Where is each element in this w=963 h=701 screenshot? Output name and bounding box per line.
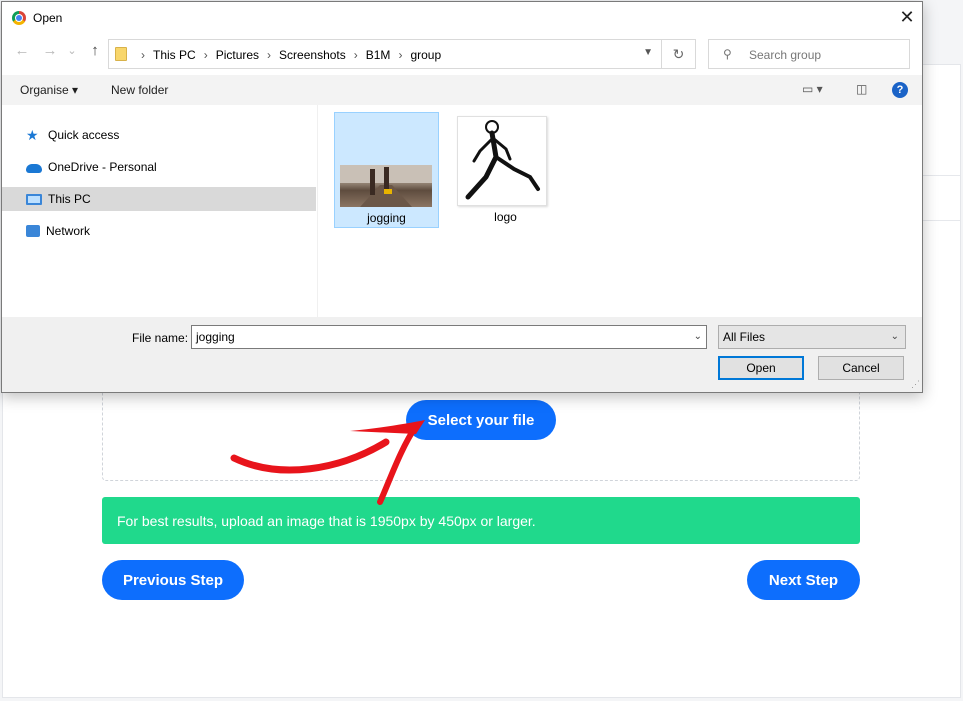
- forward-arrow-icon[interactable]: →: [40, 42, 60, 59]
- chevron-right-icon: ›: [267, 48, 272, 62]
- file-name: logo: [494, 210, 517, 224]
- sidebar-item-label: This PC: [48, 192, 91, 206]
- divider: [920, 175, 960, 176]
- file-type-value: All Files: [723, 330, 766, 344]
- sidebar-item-network[interactable]: Network: [2, 219, 316, 243]
- file-type-select[interactable]: All Files ⌄: [718, 325, 906, 349]
- jogging-thumbnail: [340, 165, 432, 207]
- chevron-right-icon: ›: [398, 48, 403, 62]
- breadcrumb: › This PC › Pictures › Screenshots › B1M…: [133, 48, 441, 62]
- chevron-down-icon[interactable]: ▼: [643, 47, 653, 58]
- breadcrumb-pictures[interactable]: Pictures: [216, 48, 259, 62]
- up-arrow-icon[interactable]: ↑: [85, 42, 105, 59]
- next-step-button[interactable]: Next Step: [747, 560, 860, 600]
- refresh-icon[interactable]: ↻: [662, 39, 696, 69]
- search-icon: ⚲: [723, 47, 732, 61]
- cloud-icon: [26, 164, 42, 173]
- command-bar: Organise ▾ New folder ▭ ▾ ◫ ?: [2, 75, 922, 105]
- file-name-field[interactable]: jogging ⌄: [191, 325, 707, 349]
- file-item-jogging[interactable]: jogging: [334, 112, 439, 228]
- dialog-titlebar: Open ✕: [2, 2, 922, 32]
- close-icon[interactable]: ✕: [892, 2, 922, 32]
- previous-step-button[interactable]: Previous Step: [102, 560, 244, 600]
- file-list: jogging logo: [319, 105, 922, 317]
- sidebar-item-onedrive[interactable]: OneDrive - Personal: [2, 155, 316, 179]
- organise-menu[interactable]: Organise ▾: [20, 83, 78, 97]
- folder-icon: [115, 47, 127, 61]
- back-arrow-icon[interactable]: ←: [12, 42, 32, 59]
- breadcrumb-this-pc[interactable]: This PC: [153, 48, 196, 62]
- help-icon[interactable]: ?: [892, 82, 908, 98]
- file-item-logo[interactable]: logo: [453, 112, 558, 228]
- chrome-icon: [12, 11, 26, 25]
- open-button[interactable]: Open: [718, 356, 804, 380]
- breadcrumb-group[interactable]: group: [410, 48, 441, 62]
- runner-silhouette-icon: [465, 120, 540, 200]
- search-placeholder: Search group: [749, 48, 822, 62]
- computer-icon: [26, 193, 42, 205]
- dialog-footer: File name: jogging ⌄ All Files ⌄ Open Ca…: [2, 317, 922, 392]
- open-file-dialog: Open ✕ ← → ⌄ ↑ › This PC › Pictures › Sc…: [1, 1, 923, 393]
- address-bar[interactable]: › This PC › Pictures › Screenshots › B1M…: [108, 39, 662, 69]
- file-name-label: File name:: [132, 331, 189, 345]
- chevron-right-icon: ›: [353, 48, 358, 62]
- search-input[interactable]: ⚲ Search group: [708, 39, 910, 69]
- navigation-pane: ★ Quick access OneDrive - Personal This …: [2, 105, 318, 317]
- star-icon: ★: [26, 127, 39, 143]
- recent-locations-icon[interactable]: ⌄: [62, 44, 82, 57]
- select-file-button[interactable]: Select your file: [406, 400, 556, 440]
- file-name-value: jogging: [196, 330, 235, 344]
- sidebar-item-label: Quick access: [48, 128, 120, 142]
- runner-legs-image: [340, 165, 432, 207]
- new-folder-button[interactable]: New folder: [111, 83, 168, 97]
- resize-grip-icon[interactable]: ⋰: [911, 379, 920, 390]
- breadcrumb-b1m[interactable]: B1M: [366, 48, 391, 62]
- network-icon: [26, 225, 40, 237]
- sidebar-item-label: Network: [46, 224, 91, 238]
- chevron-right-icon: ›: [203, 48, 208, 62]
- divider: [920, 220, 960, 221]
- chevron-down-icon[interactable]: ⌄: [694, 326, 702, 348]
- sidebar-item-this-pc[interactable]: This PC: [2, 187, 316, 211]
- chevron-down-icon[interactable]: ⌄: [891, 326, 899, 348]
- breadcrumb-screenshots[interactable]: Screenshots: [279, 48, 346, 62]
- dialog-title: Open: [33, 11, 63, 25]
- sidebar-item-label: OneDrive - Personal: [48, 160, 157, 174]
- cancel-button[interactable]: Cancel: [818, 356, 904, 380]
- file-name: jogging: [367, 211, 406, 225]
- view-options-icon[interactable]: ▭ ▾: [802, 82, 823, 96]
- logo-thumbnail: [457, 116, 547, 206]
- chevron-right-icon: ›: [141, 48, 145, 62]
- preview-pane-icon[interactable]: ◫: [856, 82, 867, 96]
- info-alert: For best results, upload an image that i…: [102, 497, 860, 544]
- navigation-bar: ← → ⌄ ↑ › This PC › Pictures › Screensho…: [2, 36, 922, 72]
- sidebar-item-quick-access[interactable]: ★ Quick access: [2, 123, 316, 147]
